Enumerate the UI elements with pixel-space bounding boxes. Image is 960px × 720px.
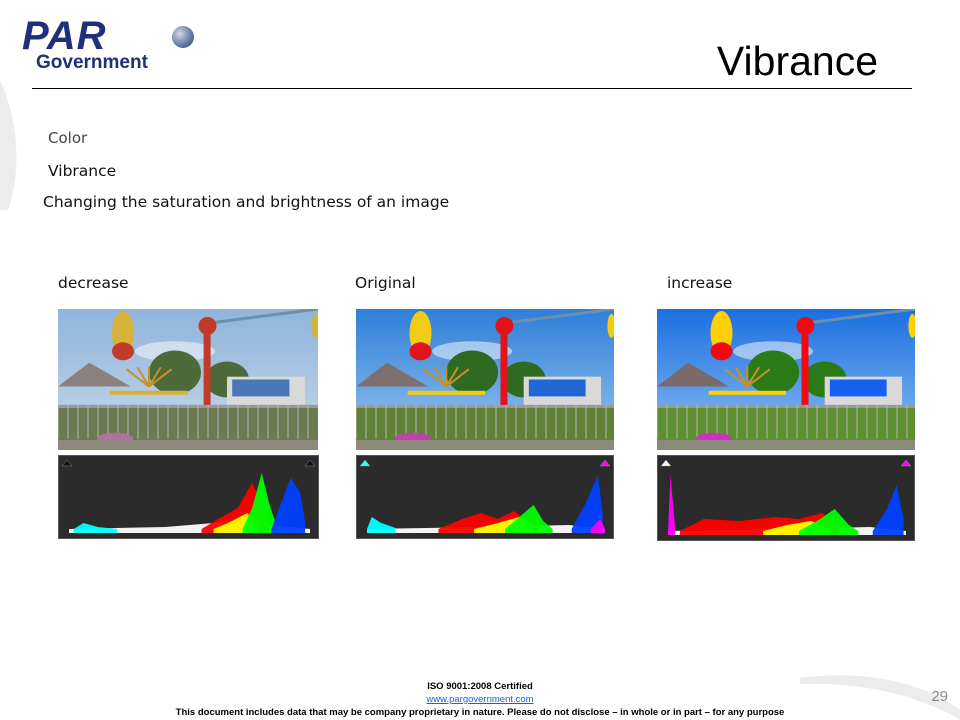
globe-icon <box>172 26 194 48</box>
histogram-increase <box>657 455 915 541</box>
title-divider <box>32 88 912 89</box>
slide-title: Vibrance <box>716 38 878 84</box>
footer-disclaimer: This document includes data that may be … <box>175 707 785 718</box>
background-swoosh-left <box>0 80 17 210</box>
company-logo: PAR Government <box>22 14 202 76</box>
histogram-original <box>356 455 614 539</box>
photo-decrease <box>58 309 318 450</box>
histogram-decrease <box>58 455 319 539</box>
page-number: 29 <box>931 688 948 705</box>
footer-iso: ISO 9001:2008 Certified <box>427 681 533 692</box>
column-label-increase: increase <box>667 274 733 292</box>
photo-increase <box>657 309 915 450</box>
photo-original <box>356 309 614 450</box>
section-label: Color <box>48 129 88 147</box>
description-text: Changing the saturation and brightness o… <box>43 193 450 211</box>
column-label-original: Original <box>355 274 416 292</box>
column-label-decrease: decrease <box>58 274 129 292</box>
subsection-label: Vibrance <box>48 162 117 180</box>
footer-link[interactable]: www.pargovernment.com <box>0 694 960 705</box>
logo-subtext: Government <box>36 52 148 73</box>
